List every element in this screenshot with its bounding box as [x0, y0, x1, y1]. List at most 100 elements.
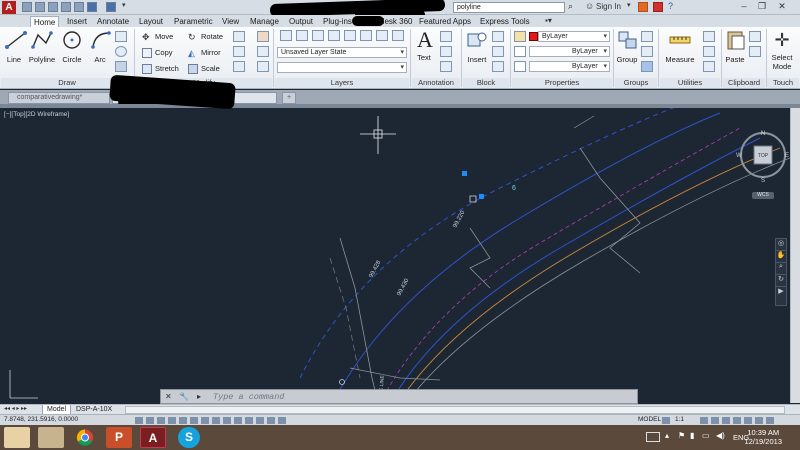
battery-icon[interactable]: ▭	[702, 431, 710, 440]
skype-icon[interactable]: S	[178, 427, 200, 448]
fillet-icon[interactable]	[233, 46, 245, 57]
status-menu-icon[interactable]	[755, 417, 763, 424]
ungroup-icon[interactable]	[641, 31, 653, 42]
object-snap-icon[interactable]	[190, 417, 198, 424]
autocad-icon[interactable]: A	[140, 427, 166, 448]
network-icon[interactable]: ▮	[690, 431, 694, 440]
quick-view-layouts-icon[interactable]	[662, 417, 670, 424]
edit-attributes-icon[interactable]	[492, 61, 504, 72]
touch-panel-label[interactable]: Touch	[767, 78, 799, 88]
hatch-icon[interactable]	[115, 61, 127, 72]
lock-ui-icon[interactable]	[722, 417, 730, 424]
model-space-toggle[interactable]: MODEL	[638, 416, 661, 423]
layer-icon[interactable]	[312, 30, 324, 41]
group-edit-icon[interactable]	[641, 46, 653, 57]
layers-panel-label[interactable]: Layers	[275, 78, 409, 88]
3d-object-snap-icon[interactable]	[201, 417, 209, 424]
layer-icon[interactable]	[344, 30, 356, 41]
flag-icon[interactable]: ⚑	[678, 431, 685, 440]
autodesk-icon[interactable]	[653, 2, 663, 12]
copy-button[interactable]: Copy	[142, 47, 173, 59]
polyline-button[interactable]: Polyline	[27, 29, 57, 64]
layer-state-dropdown[interactable]: Unsaved Layer State	[277, 47, 407, 58]
layer-icon[interactable]	[392, 30, 404, 41]
insert-button[interactable]: Insert	[465, 29, 489, 64]
selection-cycling-icon[interactable]	[278, 417, 286, 424]
layer-icon[interactable]	[360, 30, 372, 41]
stretch-button[interactable]: Stretch	[142, 63, 179, 75]
dimension-icon[interactable]	[440, 31, 452, 42]
powerpoint-icon[interactable]: P	[106, 427, 132, 448]
groups-panel-label[interactable]: Groups	[615, 78, 657, 88]
match-properties-icon[interactable]	[514, 31, 526, 42]
showmotion-icon[interactable]: ▶	[776, 287, 786, 299]
workspace-switching-icon[interactable]	[711, 417, 719, 424]
drawing-canvas[interactable]: [−][Top][2D Wireframe] 99.220 99.428 99.…	[0, 108, 790, 403]
sign-in-link[interactable]: Sign In	[596, 2, 621, 11]
layer-icon[interactable]	[328, 30, 340, 41]
tab-output[interactable]: Output	[286, 16, 316, 27]
transparency-icon[interactable]	[256, 417, 264, 424]
save-as-icon[interactable]	[61, 2, 71, 12]
new-tab-button[interactable]: +	[282, 92, 296, 104]
tab-manage[interactable]: Manage	[247, 16, 282, 27]
select-mode-button[interactable]: ✛ Select Mode	[768, 29, 796, 71]
orbit-icon[interactable]: ↻	[776, 275, 786, 287]
save-icon[interactable]	[48, 2, 58, 12]
annotation-visibility-icon[interactable]	[700, 417, 708, 424]
infer-constraints-icon[interactable]	[135, 417, 143, 424]
hardware-acceleration-icon[interactable]	[733, 417, 741, 424]
file-explorer-icon[interactable]	[4, 427, 30, 448]
exchange-icon[interactable]	[638, 2, 648, 12]
create-block-icon[interactable]	[492, 31, 504, 42]
viewcube[interactable]: TOP N S E W	[735, 127, 791, 185]
tab-plug-ins[interactable]: Plug-ins	[320, 16, 355, 27]
tab-annotate[interactable]: Annotate	[94, 16, 132, 27]
isolate-objects-icon[interactable]	[744, 417, 752, 424]
undo-icon[interactable]	[87, 2, 97, 12]
full-navigation-wheel-icon[interactable]: ◎	[776, 239, 786, 251]
tab-autodesk-360[interactable]: desk 360	[377, 16, 415, 27]
restore-button[interactable]: ❐	[754, 1, 770, 13]
tab-home[interactable]: Home	[30, 16, 60, 27]
annotation-scale[interactable]: 1:1	[675, 416, 684, 423]
vertical-scrollbar[interactable]	[790, 108, 800, 403]
redo-icon[interactable]	[106, 2, 116, 12]
array-icon[interactable]	[233, 61, 245, 72]
layer-dropdown[interactable]	[277, 62, 407, 73]
arc-button[interactable]: Arc	[89, 29, 111, 64]
rotate-button[interactable]: ↻ Rotate	[188, 31, 223, 43]
group-button[interactable]: Group	[616, 29, 638, 64]
clock[interactable]: 10:39 AM 12/19/2013	[744, 428, 782, 446]
clipboard-panel-label[interactable]: Clipboard	[723, 78, 765, 88]
rectangle-icon[interactable]	[115, 31, 127, 42]
tab-featured-apps[interactable]: Featured Apps	[416, 16, 474, 27]
mirror-button[interactable]: ◭ Mirror	[188, 47, 221, 59]
leader-icon[interactable]	[440, 46, 452, 57]
copy-clip-icon[interactable]	[749, 46, 761, 57]
navigation-bar[interactable]: ◎ ✋ ⌕ ↻ ▶	[775, 238, 787, 306]
circle-button[interactable]: Circle	[60, 29, 84, 64]
layer-properties-icon[interactable]	[280, 30, 292, 41]
quick-select-icon[interactable]	[703, 31, 715, 42]
minimize-button[interactable]: ‒	[736, 1, 752, 13]
tab-layout[interactable]: Layout	[136, 16, 166, 27]
horizontal-scrollbar[interactable]	[125, 406, 785, 414]
linetype-icon[interactable]	[514, 61, 526, 72]
help-icon[interactable]: ?	[668, 1, 673, 11]
measure-button[interactable]: Measure	[662, 29, 698, 64]
object-snap-tracking-icon[interactable]	[212, 417, 220, 424]
layout-nav-icon[interactable]: ◂◂ ◂ ▸ ▸▸	[4, 405, 27, 412]
chrome-icon[interactable]	[72, 427, 98, 448]
color-dropdown[interactable]: ByLayer	[538, 31, 610, 42]
grip-marker[interactable]	[462, 171, 467, 176]
tab-parametric[interactable]: Parametric	[171, 16, 216, 27]
new-icon[interactable]	[22, 2, 32, 12]
explode-icon[interactable]	[257, 46, 269, 57]
chevron-down-icon[interactable]: ▾	[627, 1, 631, 9]
offset-icon[interactable]	[257, 61, 269, 72]
wcs-menu[interactable]: WCS	[752, 192, 774, 199]
search-input[interactable]: polyline	[453, 2, 565, 13]
dynamic-ucs-icon[interactable]	[223, 417, 231, 424]
application-menu-button[interactable]: A	[2, 1, 16, 14]
